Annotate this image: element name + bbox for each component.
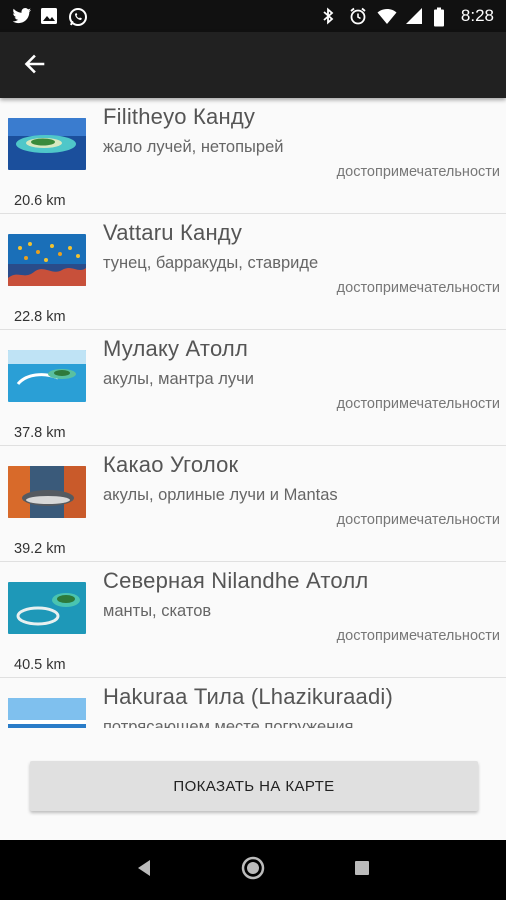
item-title: Hakuraa Тила (Lhazikuraadi): [103, 684, 394, 709]
status-bar: 8:28: [0, 0, 506, 32]
item-category: достопримечательности: [336, 396, 500, 412]
arrow-back-icon: [23, 53, 45, 80]
bluetooth-icon: [321, 7, 339, 25]
dive-site-list[interactable]: Filitheyo Канду жало лучей, нетопырей до…: [0, 98, 506, 728]
item-distance: 37.8 km: [14, 425, 66, 441]
recents-square-icon: [354, 860, 370, 881]
whatsapp-icon: [68, 7, 87, 26]
screen: 8:28 Filitheyo Канду жало лучей, нетопыр…: [0, 0, 506, 900]
thumbnail-image: [8, 350, 86, 402]
item-title: Filitheyo Канду: [103, 104, 256, 129]
item-title: Какао Уголок: [103, 452, 239, 477]
item-subtitle: манты, скатов: [103, 602, 212, 620]
wifi-icon: [377, 7, 397, 25]
item-title: Северная Nilandhe Атолл: [103, 568, 369, 593]
item-category: достопримечательности: [336, 628, 500, 644]
nav-recents-button[interactable]: [344, 852, 380, 888]
app-bar: [0, 32, 506, 98]
item-distance: 20.6 km: [14, 193, 66, 209]
item-subtitle: акулы, мантра лучи: [103, 370, 254, 388]
home-circle-icon: [241, 856, 265, 885]
back-triangle-icon: [136, 859, 152, 882]
twitter-icon: [12, 7, 31, 25]
status-time: 8:28: [460, 6, 494, 25]
image-icon: [40, 7, 58, 25]
item-distance: 39.2 km: [14, 541, 66, 557]
item-category: достопримечательности: [336, 512, 500, 528]
item-subtitle: тунец, барракуды, ставриде: [103, 254, 319, 272]
nav-bar: [0, 840, 506, 900]
button-area: ПОКАЗАТЬ НА КАРТЕ: [0, 728, 506, 840]
item-subtitle: жало лучей, нетопырей: [103, 138, 284, 156]
item-distance: 40.5 km: [14, 657, 66, 673]
show-on-map-button[interactable]: ПОКАЗАТЬ НА КАРТЕ: [30, 761, 478, 811]
nav-home-button[interactable]: [235, 852, 271, 888]
thumbnail-image: [8, 466, 86, 518]
nav-back-button[interactable]: [126, 852, 162, 888]
list-item[interactable]: Filitheyo Канду жало лучей, нетопырей до…: [0, 98, 506, 214]
item-subtitle: потрясающем месте погружения: [103, 718, 354, 728]
alarm-icon: [349, 7, 367, 25]
item-category: достопримечательности: [336, 280, 500, 296]
item-subtitle: акулы, орлиные лучи и Mantas: [103, 486, 338, 504]
item-category: достопримечательности: [336, 164, 500, 180]
back-button[interactable]: [18, 50, 50, 82]
item-title: Мулаку Атолл: [103, 336, 248, 361]
battery-icon: [433, 7, 451, 27]
list-item[interactable]: Hakuraa Тила (Lhazikuraadi) потрясающем …: [0, 678, 506, 728]
list-item[interactable]: Vattaru Канду тунец, барракуды, ставриде…: [0, 214, 506, 330]
item-distance: 22.8 km: [14, 309, 66, 325]
signal-icon: [405, 7, 423, 25]
thumbnail-image: [8, 234, 86, 286]
thumbnail-image: [8, 582, 86, 634]
thumbnail-image: [8, 118, 86, 170]
list-item[interactable]: Мулаку Атолл акулы, мантра лучи достопри…: [0, 330, 506, 446]
list-item[interactable]: Северная Nilandhe Атолл манты, скатов до…: [0, 562, 506, 678]
item-title: Vattaru Канду: [103, 220, 243, 245]
list-item[interactable]: Какао Уголок акулы, орлиные лучи и Manta…: [0, 446, 506, 562]
thumbnail-image: [8, 698, 86, 728]
